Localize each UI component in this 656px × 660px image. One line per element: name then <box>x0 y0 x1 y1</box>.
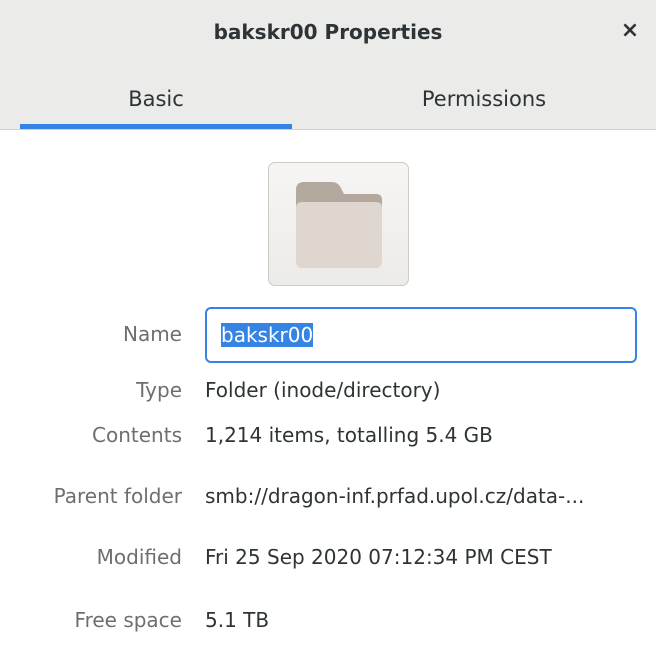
type-label: Type <box>136 378 182 402</box>
modified-value: Fri 25 Sep 2020 07:12:34 PM CEST <box>205 545 552 569</box>
free-space-value: 5.1 TB <box>205 608 270 632</box>
window-title: bakskr00 Properties <box>213 20 443 44</box>
close-icon[interactable]: × <box>618 19 642 43</box>
tab-bar: Basic Permissions <box>0 70 656 130</box>
name-input[interactable] <box>205 307 637 363</box>
selected-tab-indicator <box>20 124 292 129</box>
tab-basic[interactable]: Basic <box>20 70 292 130</box>
folder-icon-button[interactable] <box>268 162 409 286</box>
contents-label: Contents <box>92 423 182 447</box>
parent-folder-label: Parent folder <box>53 484 182 508</box>
name-label: Name <box>122 322 182 346</box>
title-bar: bakskr00 Properties × <box>0 0 656 70</box>
type-value: Folder (inode/directory) <box>205 378 441 402</box>
contents-value: 1,214 items, totalling 5.4 GB <box>205 423 493 447</box>
modified-label: Modified <box>96 545 182 569</box>
folder-icon <box>296 182 382 268</box>
parent-folder-value: smb://dragon-inf.prfad.upol.cz/data-... <box>205 484 585 508</box>
tab-permissions[interactable]: Permissions <box>344 70 624 130</box>
free-space-label: Free space <box>74 608 182 632</box>
